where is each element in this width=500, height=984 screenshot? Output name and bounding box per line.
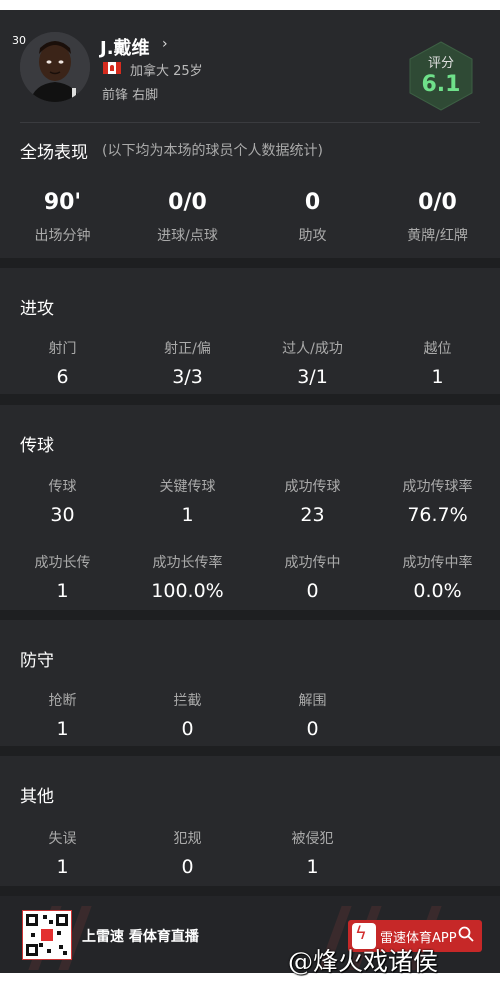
stat-value: 1 [56, 580, 69, 602]
defense-card: 防守 抢断 拦截 解围 1 0 0 [0, 620, 500, 746]
stat-value: 3/3 [172, 366, 203, 388]
stat-label: 成功传中率 [402, 555, 473, 571]
player-stats-screen: 30 J.戴维 › 加拿大 25岁 前锋 右脚 评分 6.1 全场表现 (以下均… [0, 10, 500, 973]
chevron-right-icon[interactable]: › [162, 36, 168, 52]
stat-value: 1 [56, 856, 69, 878]
stat-label: 射正/偏 [164, 341, 211, 357]
search-icon[interactable] [458, 926, 474, 946]
passing-card: 传球 传球 关键传球 成功传球 成功传球率 30 1 23 76.7% 成功长传… [0, 405, 500, 610]
other-card: 其他 失误 犯规 被侵犯 1 0 1 [0, 756, 500, 886]
stat-value: 6 [56, 366, 69, 388]
canada-flag-icon [103, 62, 121, 74]
stat-value: 1 [431, 366, 444, 388]
stat-label: 被侵犯 [291, 831, 334, 847]
stat-value: 0/0 [168, 190, 207, 215]
stat-label: 传球 [48, 479, 77, 495]
player-avatar[interactable] [20, 32, 90, 102]
overview-subtitle: (以下均为本场的球员个人数据统计) [102, 143, 323, 159]
stat-label: 拦截 [173, 693, 202, 709]
stat-value: 30 [50, 504, 75, 526]
attack-card: 进攻 射门 射正/偏 过人/成功 越位 6 3/3 3/1 1 [0, 268, 500, 394]
stat-value: 23 [300, 504, 325, 526]
stat-label: 成功传中 [284, 555, 341, 571]
rating-badge: 评分 6.1 [406, 40, 476, 112]
stat-value: 90' [43, 190, 82, 215]
passing-title: 传球 [20, 436, 54, 456]
stat-value: 1 [181, 504, 194, 526]
qr-code[interactable] [22, 910, 72, 960]
stat-value: 1 [56, 718, 69, 740]
stat-label: 出场分钟 [34, 228, 91, 244]
stat-value: 1 [306, 856, 319, 878]
stat-value: 3/1 [297, 366, 328, 388]
stat-value: 0 [306, 580, 319, 602]
stat-value: 0 [306, 718, 319, 740]
bolt-glyph: ϟ [355, 923, 367, 944]
promo-text: 上雷速 看体育直播 [82, 929, 199, 945]
header-divider [20, 122, 480, 123]
attack-title: 进攻 [20, 299, 54, 319]
overview-title: 全场表现 [20, 143, 88, 163]
stat-label: 射门 [48, 341, 77, 357]
player-name[interactable]: J.戴维 [100, 34, 150, 60]
stat-label: 犯规 [173, 831, 202, 847]
player-header-card: 30 J.戴维 › 加拿大 25岁 前锋 右脚 评分 6.1 全场表现 (以下均… [0, 10, 500, 258]
stat-label: 成功传球 [284, 479, 341, 495]
player-country-age: 加拿大 25岁 [130, 64, 203, 79]
stat-label: 成功传球率 [402, 479, 473, 495]
player-position-foot: 前锋 右脚 [102, 88, 159, 103]
defense-title: 防守 [20, 651, 54, 671]
stat-label: 越位 [423, 341, 452, 357]
stat-label: 助攻 [298, 228, 327, 244]
stat-label: 失误 [48, 831, 77, 847]
stat-label: 进球/点球 [157, 228, 218, 244]
stat-label: 过人/成功 [282, 341, 343, 357]
stat-label: 关键传球 [159, 479, 216, 495]
stat-value: 76.7% [407, 504, 468, 526]
stat-label: 抢断 [48, 693, 77, 709]
stat-label: 解围 [298, 693, 327, 709]
stat-value: 0 [181, 718, 194, 740]
stat-value: 100.0% [151, 580, 224, 602]
other-title: 其他 [20, 787, 54, 807]
rating-value: 6.1 [421, 72, 461, 97]
stat-value: 0 [181, 856, 194, 878]
stat-value: 0/0 [418, 190, 457, 215]
rating-label: 评分 [427, 56, 454, 71]
stat-label: 黄牌/红牌 [407, 228, 468, 244]
stat-value: 0 [304, 190, 321, 215]
watermark: @烽火戏诸侯 [288, 947, 439, 976]
jersey-number: 30 [12, 34, 26, 47]
stat-label: 成功长传率 [152, 555, 223, 571]
stat-label: 成功长传 [34, 555, 91, 571]
stat-value: 0.0% [413, 580, 462, 602]
